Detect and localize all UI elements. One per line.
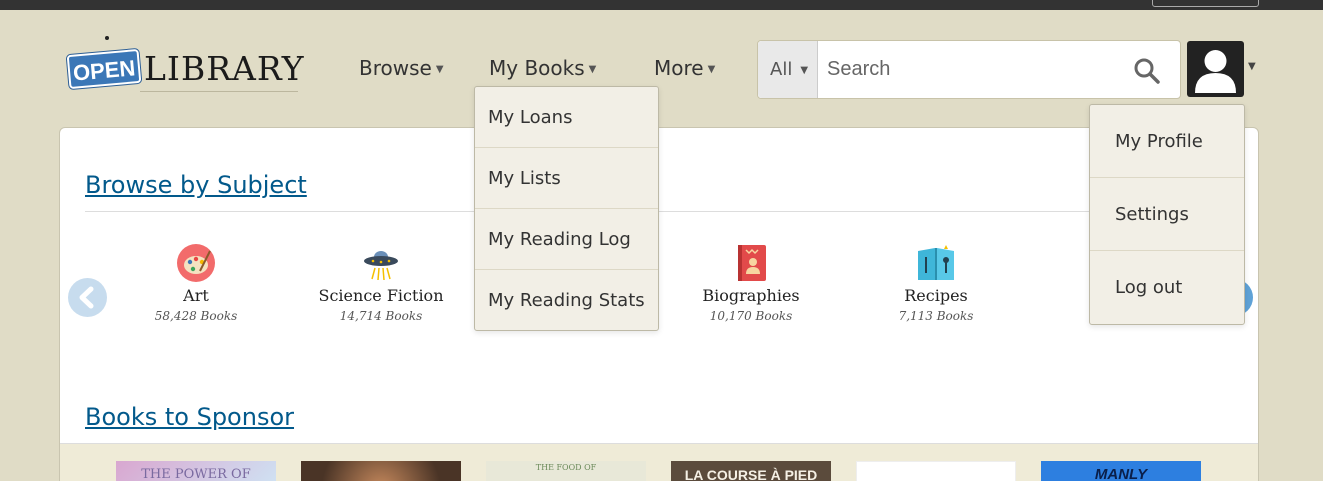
top-bar [0,0,1323,10]
books-to-sponsor-title[interactable]: Books to Sponsor [85,403,294,431]
search-scope-select[interactable]: All ▼ [758,41,818,98]
subject-art[interactable]: Art 58,428 Books [116,243,276,323]
book-cover-title: THE POWER OF [141,467,251,481]
user-avatar-icon [1195,50,1236,93]
nav-browse[interactable]: Browse ▼ [359,56,444,80]
subject-name: Art [183,286,209,305]
subject-count: 10,170 Books [709,309,793,323]
logo-hanger [105,36,109,40]
user-avatar-button[interactable] [1187,41,1244,97]
account-dropdown: My Profile Settings Log out [1089,104,1245,325]
search-icon[interactable] [1132,56,1162,86]
subject-recipes[interactable]: Recipes 7,113 Books [856,243,1016,323]
palette-icon [177,244,215,282]
caret-down-icon: ▼ [800,64,809,76]
book-cover-title: THE FOOD OF [535,463,597,472]
menu-item-settings[interactable]: Settings [1090,178,1244,251]
carousel-prev-button[interactable] [68,278,107,317]
book-cover[interactable]: THE FOOD OF [486,461,646,481]
caret-down-icon: ▼ [707,64,716,75]
ufo-icon [364,251,398,281]
chevron-left-icon [79,286,94,309]
subject-count: 58,428 Books [154,309,238,323]
caret-down-icon: ▼ [435,64,444,75]
book-person-icon [738,245,766,281]
nav-my-books-label: My Books [489,56,585,80]
top-bar-button[interactable] [1152,0,1259,7]
browse-by-subject-title[interactable]: Browse by Subject [85,171,307,199]
logo-library-text[interactable]: LIBRARY [144,49,305,89]
nav-my-books[interactable]: My Books ▼ [489,56,596,80]
subject-biographies[interactable]: Biographies 10,170 Books [671,243,831,323]
menu-item-log-out[interactable]: Log out [1090,251,1244,324]
book-cover-title: MANLY [1094,466,1148,481]
subject-name: Science Fiction [318,286,444,305]
section-divider [85,211,1235,212]
subject-name: Biographies [702,286,800,305]
caret-down-icon: ▼ [588,64,597,75]
search-input[interactable] [819,41,1119,98]
logo-open-badge[interactable]: OPEN [66,48,142,90]
nav-browse-label: Browse [359,56,432,80]
subject-name: Recipes [904,286,968,305]
book-cover[interactable]: LA COURSE À PIED [671,461,831,481]
search-bar: All ▼ [757,40,1181,99]
menu-item-my-loans[interactable]: My Loans [475,87,658,148]
subject-science-fiction[interactable]: Science Fiction 14,714 Books [301,243,461,323]
caret-down-icon[interactable]: ▼ [1248,61,1256,72]
menu-item-my-lists[interactable]: My Lists [475,148,658,209]
subject-count: 7,113 Books [898,309,974,323]
logo-underline [140,91,298,92]
book-cover[interactable] [301,461,461,481]
book-cover[interactable]: THE POWER OF [116,461,276,481]
nav-more[interactable]: More ▼ [654,56,715,80]
menu-item-my-reading-log[interactable]: My Reading Log [475,209,658,270]
nav-more-label: More [654,56,704,80]
cookbook-icon [918,245,954,280]
book-cover-title: LA COURSE À PIED [684,467,818,481]
my-books-dropdown: My Loans My Lists My Reading Log My Read… [474,86,659,331]
menu-item-my-profile[interactable]: My Profile [1090,105,1244,178]
book-cover[interactable] [856,461,1016,481]
subject-count: 14,714 Books [339,309,423,323]
search-scope-label: All [770,59,793,80]
menu-item-my-reading-stats[interactable]: My Reading Stats [475,270,658,331]
book-cover[interactable]: MANLY [1041,461,1201,481]
